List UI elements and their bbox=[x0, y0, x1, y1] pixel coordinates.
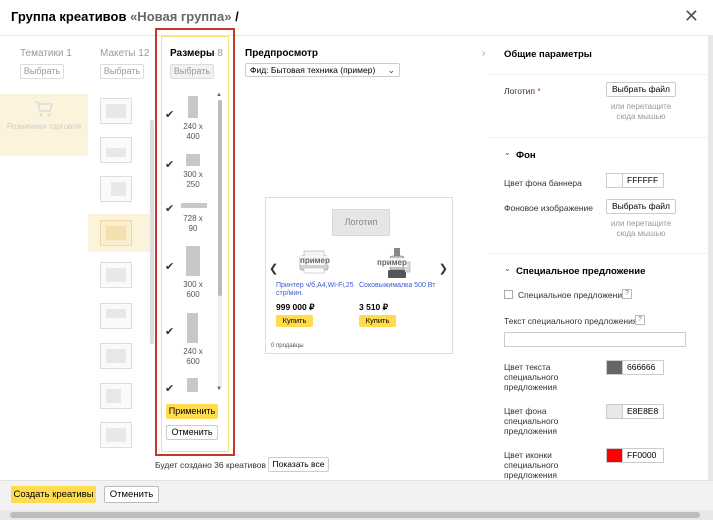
feed-select[interactable]: Фид: Бытовая техника (пример) ⌄ bbox=[245, 63, 400, 77]
preview-title: Предпросмотр bbox=[245, 48, 319, 59]
carousel-prev-icon[interactable]: ❮ bbox=[269, 262, 278, 275]
close-icon[interactable]: ✕ bbox=[684, 7, 699, 25]
creative-group-dialog: Группа креативов «Новая группа» / ✕ Тема… bbox=[0, 0, 713, 520]
background-image-label: Фоновое изображение bbox=[504, 203, 594, 213]
logo-section: Логотип * Выбрать файл или перетащите сю… bbox=[490, 75, 713, 137]
layout-thumb[interactable] bbox=[100, 383, 132, 409]
background-title: Фон bbox=[516, 150, 536, 161]
theme-item-retail[interactable]: Розничная торговля bbox=[0, 94, 88, 156]
chevron-down-icon[interactable]: ⌄ bbox=[504, 264, 511, 273]
example-tag: пример bbox=[300, 256, 330, 265]
special-bg-color-label: Цвет фона специального предложения bbox=[504, 406, 559, 436]
product-price: 999 000 ₽ bbox=[276, 302, 315, 312]
create-creatives-button[interactable]: Создать креативы bbox=[11, 486, 96, 503]
product-name[interactable]: Принтер ч/б,А4,Wi-Fi,25 стр/мин. bbox=[276, 282, 358, 298]
layout-thumb[interactable] bbox=[100, 98, 132, 124]
logo-label-text: Логотип bbox=[504, 86, 536, 96]
logo-label: Логотип * bbox=[504, 86, 541, 96]
background-color-swatch[interactable] bbox=[606, 173, 623, 188]
shopping-cart-icon bbox=[35, 101, 54, 117]
creatives-count-note: Будет создано 36 креативов bbox=[155, 460, 267, 470]
special-offer-checkbox[interactable] bbox=[504, 290, 513, 299]
special-icon-color-label: Цвет иконки специального предложения bbox=[504, 450, 559, 480]
dialog-title: Группа креативов «Новая группа» / bbox=[11, 9, 239, 24]
banner-logo-placeholder: Логотип bbox=[332, 209, 390, 236]
layouts-select-button[interactable]: Выбрать bbox=[100, 64, 144, 79]
special-offer-checkbox-label: Специальное предложение bbox=[518, 290, 627, 300]
themes-label: Тематики bbox=[20, 48, 64, 59]
background-drop-hint: или перетащите сюда мышью bbox=[610, 219, 672, 238]
horizontal-scrollbar[interactable] bbox=[0, 510, 713, 520]
layout-thumb[interactable] bbox=[100, 137, 132, 163]
background-color-label: Цвет фона баннера bbox=[504, 178, 582, 188]
background-section: ⌄ Фон Цвет фона баннера FFFFFF Фоновое и… bbox=[490, 138, 713, 253]
layouts-scrollbar[interactable] bbox=[150, 120, 154, 344]
layout-thumb[interactable] bbox=[100, 262, 132, 288]
scrollbar-thumb[interactable] bbox=[10, 512, 700, 518]
special-bg-color-input[interactable]: E8E8E8 bbox=[622, 404, 664, 419]
special-text-color-input[interactable]: 666666 bbox=[622, 360, 664, 375]
product-name[interactable]: Соковыжималка 500 Вт bbox=[359, 282, 441, 290]
settings-title: Общие параметры bbox=[504, 49, 592, 60]
layout-thumb[interactable] bbox=[100, 422, 132, 448]
layouts-header: Макеты 12 bbox=[100, 48, 149, 59]
layout-thumb[interactable] bbox=[100, 343, 132, 369]
special-icon-color-swatch[interactable] bbox=[606, 448, 623, 463]
logo-choose-file-button[interactable]: Выбрать файл bbox=[606, 82, 676, 97]
sales-count: 0 продавцы bbox=[271, 343, 304, 349]
chevron-down-icon: ⌄ bbox=[387, 65, 395, 75]
buy-button[interactable]: Купить bbox=[276, 315, 313, 327]
help-icon[interactable]: ? bbox=[635, 315, 645, 325]
layout-thumb-selected[interactable] bbox=[100, 220, 132, 246]
special-offer-title: Специальное предложение bbox=[516, 266, 646, 277]
collapse-chevron-icon[interactable]: › bbox=[482, 48, 485, 59]
special-offer-text-label: Текст специального предложения bbox=[504, 316, 638, 326]
themes-count: 1 bbox=[66, 48, 72, 59]
layouts-label: Макеты bbox=[100, 48, 136, 59]
show-all-button[interactable]: Показать все bbox=[268, 457, 329, 472]
sizes-highlight-frame bbox=[155, 28, 235, 456]
special-offer-section: ⌄ Специальное предложение Специальное пр… bbox=[490, 254, 713, 480]
carousel-next-icon[interactable]: ❯ bbox=[439, 262, 448, 275]
settings-header-section: Общие параметры bbox=[490, 36, 713, 74]
buy-button[interactable]: Купить bbox=[359, 315, 396, 327]
banner-preview: Логотип ❮ ❯ пример Принтер ч/б,А4,Wi-Fi,… bbox=[265, 197, 453, 354]
title-text: Группа креативов bbox=[11, 9, 127, 24]
settings-scrollbar[interactable] bbox=[708, 36, 713, 480]
chevron-down-icon[interactable]: ⌄ bbox=[504, 148, 511, 157]
special-text-color-label: Цвет текста специального предложения bbox=[504, 362, 559, 392]
special-text-color-swatch[interactable] bbox=[606, 360, 623, 375]
special-bg-color-swatch[interactable] bbox=[606, 404, 623, 419]
special-offer-text-input[interactable] bbox=[504, 332, 686, 347]
required-mark: * bbox=[537, 86, 541, 96]
layout-thumb[interactable] bbox=[100, 176, 132, 202]
themes-header: Тематики 1 bbox=[20, 48, 72, 59]
edit-name-icon[interactable]: / bbox=[235, 9, 239, 24]
themes-select-button[interactable]: Выбрать bbox=[20, 64, 64, 79]
background-choose-file-button[interactable]: Выбрать файл bbox=[606, 199, 676, 214]
theme-item-label: Розничная торговля bbox=[6, 122, 82, 131]
layouts-count: 12 bbox=[138, 48, 150, 59]
special-icon-color-input[interactable]: FF0000 bbox=[622, 448, 664, 463]
help-icon[interactable]: ? bbox=[622, 289, 632, 299]
example-tag: пример bbox=[377, 258, 407, 267]
dialog-header: Группа креативов «Новая группа» / ✕ bbox=[0, 0, 713, 36]
logo-drop-hint: или перетащите сюда мышью bbox=[610, 102, 672, 121]
cancel-button[interactable]: Отменить bbox=[104, 486, 159, 503]
product-price: 3 510 ₽ bbox=[359, 302, 389, 312]
layout-thumb[interactable] bbox=[100, 303, 132, 329]
background-color-input[interactable]: FFFFFF bbox=[622, 173, 664, 188]
group-name[interactable]: «Новая группа» bbox=[130, 9, 231, 24]
feed-select-value: Фид: Бытовая техника (пример) bbox=[250, 65, 376, 75]
